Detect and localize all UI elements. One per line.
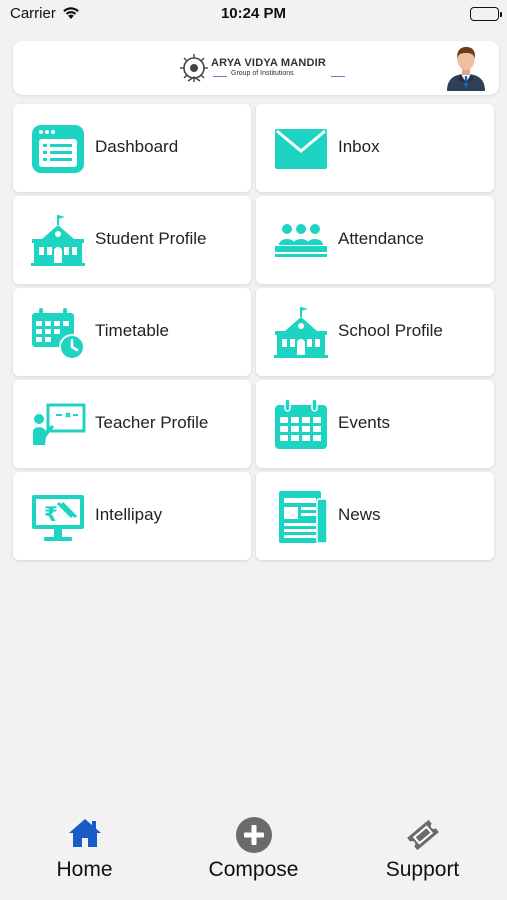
tile-label: Intellipay bbox=[95, 505, 163, 524]
tab-compose[interactable]: Compose bbox=[169, 808, 338, 900]
tile-events[interactable]: Events bbox=[256, 380, 494, 468]
dashboard-icon bbox=[32, 125, 84, 173]
tab-bar: Home Compose Support bbox=[0, 808, 507, 900]
school-building-icon bbox=[31, 215, 85, 266]
tab-support[interactable]: Support bbox=[338, 808, 507, 900]
status-time: 10:24 PM bbox=[220, 5, 287, 22]
tile-news[interactable]: News bbox=[256, 472, 494, 560]
tile-label: Teacher Profile bbox=[95, 413, 209, 432]
tile-label: Timetable bbox=[95, 321, 170, 340]
calendar-icon bbox=[275, 398, 327, 449]
tile-label: Events bbox=[338, 413, 390, 432]
tile-timetable[interactable]: Timetable bbox=[13, 288, 251, 376]
group-seated-icon bbox=[275, 224, 327, 257]
tab-label: Compose bbox=[208, 858, 299, 881]
svg-text:₹: ₹ bbox=[44, 502, 58, 526]
teacher-board-icon bbox=[33, 403, 86, 445]
envelope-icon bbox=[275, 129, 327, 169]
user-avatar[interactable] bbox=[444, 45, 488, 91]
school-building-icon bbox=[274, 307, 328, 358]
tile-label: Dashboard bbox=[95, 137, 179, 156]
school-emblem-icon bbox=[180, 54, 208, 82]
tile-label: Attendance bbox=[338, 229, 425, 248]
status-bar: Carrier 10:24 PM bbox=[0, 0, 507, 30]
logo-subtitle: Group of Institutions bbox=[231, 70, 294, 77]
tile-attendance[interactable]: Attendance bbox=[256, 196, 494, 284]
calendar-clock-icon bbox=[32, 308, 85, 360]
tile-inbox[interactable]: Inbox bbox=[256, 104, 494, 192]
tab-label: Home bbox=[56, 858, 113, 881]
newspaper-icon bbox=[279, 491, 328, 544]
plus-circle-icon bbox=[235, 817, 272, 853]
ticket-icon bbox=[406, 819, 439, 851]
tile-teacher-profile[interactable]: Teacher Profile bbox=[13, 380, 251, 468]
school-logo: ARYA VIDYA MANDIR Group of Institutions bbox=[179, 51, 349, 85]
tile-label: News bbox=[338, 505, 381, 524]
tile-label: Inbox bbox=[338, 137, 380, 156]
tab-label: Support bbox=[385, 858, 460, 881]
battery-icon bbox=[470, 7, 502, 21]
header-card: ARYA VIDYA MANDIR Group of Institutions bbox=[13, 41, 499, 95]
home-icon bbox=[68, 819, 101, 847]
tile-intellipay[interactable]: ₹ Intellipay bbox=[13, 472, 251, 560]
payment-monitor-icon: ₹ bbox=[32, 495, 84, 541]
tile-label: School Profile bbox=[338, 321, 443, 340]
tile-dashboard[interactable]: Dashboard bbox=[13, 104, 251, 192]
tile-label: Student Profile bbox=[95, 229, 207, 248]
tile-school-profile[interactable]: School Profile bbox=[256, 288, 494, 376]
tab-home[interactable]: Home bbox=[0, 808, 169, 900]
logo-name: ARYA VIDYA MANDIR bbox=[211, 57, 327, 69]
tile-student-profile[interactable]: Student Profile bbox=[13, 196, 251, 284]
